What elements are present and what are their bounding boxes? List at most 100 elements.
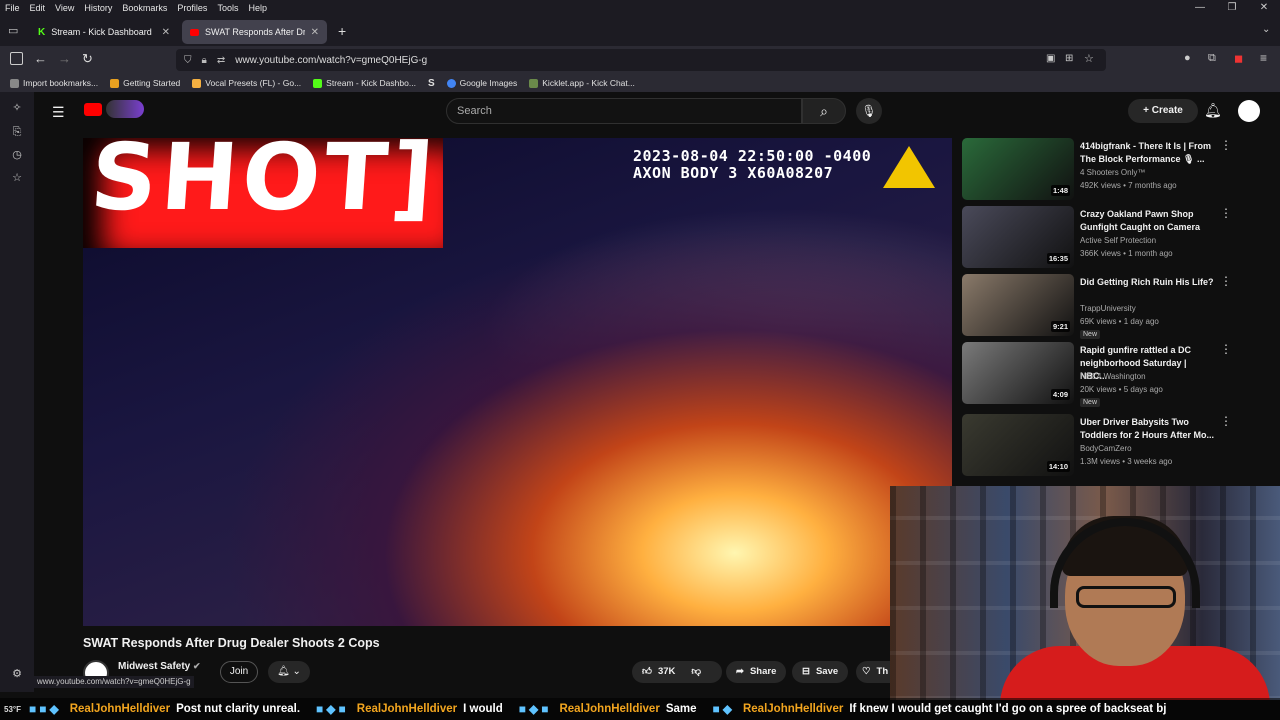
extensions-icon[interactable]: ⧉ xyxy=(1208,52,1216,65)
menu-profiles[interactable]: Profiles xyxy=(172,3,212,13)
bookmark-star-icon[interactable]: ☆ xyxy=(1084,52,1094,65)
menu-help[interactable]: Help xyxy=(243,3,272,13)
recommendation-channel[interactable]: Active Self Protection xyxy=(1080,236,1156,245)
menu-edit[interactable]: Edit xyxy=(25,3,51,13)
join-button[interactable]: Join xyxy=(220,661,258,683)
ai-chat-icon[interactable]: ✧ xyxy=(11,102,23,114)
menu-hamburger-icon[interactable]: ≡ xyxy=(1260,51,1267,65)
more-options-icon[interactable]: ⋮ xyxy=(1220,342,1232,356)
recommendation-title[interactable]: Crazy Oakland Pawn Shop Gunfight Caught … xyxy=(1080,208,1215,234)
emote-icons: ■◆ xyxy=(712,702,735,716)
video-thumbnail[interactable]: 1:48 xyxy=(962,138,1074,200)
recommendation-item[interactable]: 4:09 Rapid gunfire rattled a DC neighborh… xyxy=(962,342,1272,408)
microphone-icon: 🎙︎ xyxy=(861,104,877,118)
bookmark-vocal-presets[interactable]: Vocal Presets (FL) - Go... xyxy=(186,78,307,88)
recommendation-item[interactable]: 1:48 414bigfrank - There It Is | From The… xyxy=(962,138,1272,204)
tab-overview-icon[interactable]: ▭ xyxy=(8,24,18,37)
reload-icon[interactable]: ↻ xyxy=(82,51,93,67)
youtube-icon xyxy=(190,28,200,36)
tab-list-icon[interactable]: ⌄ xyxy=(1262,24,1270,35)
recommendation-channel[interactable]: NBC4 Washington xyxy=(1080,372,1146,381)
search-button[interactable]: ⌕ xyxy=(802,98,846,124)
create-button[interactable]: + Create xyxy=(1128,99,1198,123)
history-icon[interactable]: ◷ xyxy=(11,149,23,161)
menu-bookmarks[interactable]: Bookmarks xyxy=(117,3,172,13)
save-page-icon[interactable]: ⊞ xyxy=(1065,53,1073,64)
bookmark-import[interactable]: Import bookmarks... xyxy=(0,78,104,88)
synced-tabs-icon[interactable]: ⎘ xyxy=(11,126,23,138)
chat-message: If knew I would get caught I'd go on a s… xyxy=(849,703,1167,715)
thumbs-up-icon[interactable]: 👍︎ xyxy=(642,661,652,683)
video-thumbnail[interactable]: 9:21 xyxy=(962,274,1074,336)
avatar[interactable] xyxy=(1238,100,1260,122)
bookmark-kick-dashboard[interactable]: Stream - Kick Dashbo... xyxy=(307,78,422,88)
recommendation-item[interactable]: 9:21 Did Getting Rich Ruin His Life? Trapp… xyxy=(962,274,1272,340)
tab-youtube-video[interactable]: SWAT Responds After Drug Dea… ✕ xyxy=(182,20,327,44)
video-thumbnail[interactable]: 16:35 xyxy=(962,206,1074,268)
bookmark-google-images[interactable]: Google Images xyxy=(441,78,524,88)
search-input[interactable]: Search xyxy=(446,98,802,124)
more-options-icon[interactable]: ⋮ xyxy=(1220,414,1232,428)
more-options-icon[interactable]: ⋮ xyxy=(1220,206,1232,220)
restore-icon[interactable]: ❐ xyxy=(1216,0,1248,16)
close-window-icon[interactable]: ✕ xyxy=(1248,0,1280,16)
like-count[interactable]: 37K xyxy=(658,661,675,683)
lock-icon[interactable]: 🔒︎ xyxy=(202,55,207,66)
guide-menu-icon[interactable]: ☰ xyxy=(52,104,65,121)
doodle-logo[interactable] xyxy=(106,100,144,118)
bookmark-s[interactable]: S xyxy=(422,78,441,89)
tab-kick-dashboard[interactable]: K Stream - Kick Dashboard ✕ xyxy=(30,20,178,44)
more-options-icon[interactable]: ⋮ xyxy=(1220,274,1232,288)
share-label: Share xyxy=(749,666,777,677)
import-icon xyxy=(10,78,19,88)
recommendation-title[interactable]: 414bigfrank - There It Is | From The Blo… xyxy=(1080,140,1215,166)
video-thumbnail[interactable]: 4:09 xyxy=(962,342,1074,404)
more-options-icon[interactable]: ⋮ xyxy=(1220,138,1232,152)
forward-icon[interactable]: → xyxy=(58,51,71,66)
new-tab-button[interactable]: + xyxy=(338,23,346,39)
thumbs-down-icon[interactable]: 👎︎ xyxy=(691,661,701,683)
duration-badge: 4:09 xyxy=(1050,389,1070,400)
video-player[interactable]: SHOT] 2023-08-04 22:50:00 -0400 AXON BOD… xyxy=(83,138,952,626)
channel-name[interactable]: Midwest Safety ✔ xyxy=(118,661,201,672)
bookmark-getting-started[interactable]: Getting Started xyxy=(104,78,186,88)
recommendation-meta: 1.3M views • 3 weeks ago xyxy=(1080,457,1173,466)
menu-history[interactable]: History xyxy=(79,3,117,13)
recommendation-title[interactable]: Uber Driver Babysits Two Toddlers for 2 … xyxy=(1080,416,1215,442)
notifications-bell-icon[interactable]: 🔔︎ xyxy=(1204,102,1222,119)
save-button[interactable]: ⊟ Save xyxy=(792,661,849,683)
recommendation-channel[interactable]: TrappUniversity xyxy=(1080,304,1136,313)
recommendation-title[interactable]: Did Getting Rich Ruin His Life? xyxy=(1080,276,1215,289)
bookmark-kicklet[interactable]: Kicklet.app - Kick Chat... xyxy=(523,78,641,88)
account-icon[interactable]: ● xyxy=(1184,52,1191,64)
menu-tools[interactable]: Tools xyxy=(212,3,243,13)
back-icon[interactable]: ← xyxy=(34,51,47,66)
permissions-icon[interactable]: ⇄ xyxy=(217,55,225,66)
bookmarks-icon[interactable]: ☆ xyxy=(11,172,23,184)
voice-search-button[interactable]: 🎙︎ xyxy=(856,98,882,124)
share-button[interactable]: ➦ Share xyxy=(726,661,787,683)
sidebar-toggle-icon[interactable] xyxy=(10,52,23,65)
url-text[interactable]: www.youtube.com/watch?v=gmeQ0HEjG-g xyxy=(235,55,427,66)
addon-icon[interactable]: ◼ xyxy=(1234,52,1243,65)
bookmark-label: Stream - Kick Dashbo... xyxy=(326,78,416,88)
recommendation-channel[interactable]: BodyCamZero xyxy=(1080,444,1132,453)
recommendation-channel[interactable]: 4 Shooters Only™ xyxy=(1080,168,1145,177)
shield-icon[interactable]: ⛉ xyxy=(184,55,192,66)
menu-file[interactable]: File xyxy=(0,3,25,13)
subscribe-bell-button[interactable]: 🔔︎ ⌄ xyxy=(268,661,310,683)
menu-view[interactable]: View xyxy=(50,3,79,13)
recommendation-item[interactable]: 16:35 Crazy Oakland Pawn Shop Gunfight Ca… xyxy=(962,206,1272,272)
thanks-button[interactable]: ♡ Th xyxy=(856,661,890,683)
video-thumbnail[interactable]: 14:10 xyxy=(962,414,1074,476)
youtube-logo[interactable] xyxy=(84,103,102,116)
url-bar[interactable]: ⛉ 🔒︎ ⇄ www.youtube.com/watch?v=gmeQ0HEjG… xyxy=(176,49,1106,71)
pip-icon[interactable]: ▣ xyxy=(1046,53,1055,64)
emote-icons: ■◆■ xyxy=(316,702,349,716)
close-tab-icon[interactable]: ✕ xyxy=(162,27,170,38)
customize-gear-icon[interactable]: ⚙ xyxy=(11,668,23,680)
minimize-icon[interactable]: — xyxy=(1184,0,1216,16)
webcam-overlay xyxy=(890,486,1280,700)
close-tab-icon[interactable]: ✕ xyxy=(311,27,319,38)
recommendation-item[interactable]: 14:10 Uber Driver Babysits Two Toddlers f… xyxy=(962,414,1272,480)
